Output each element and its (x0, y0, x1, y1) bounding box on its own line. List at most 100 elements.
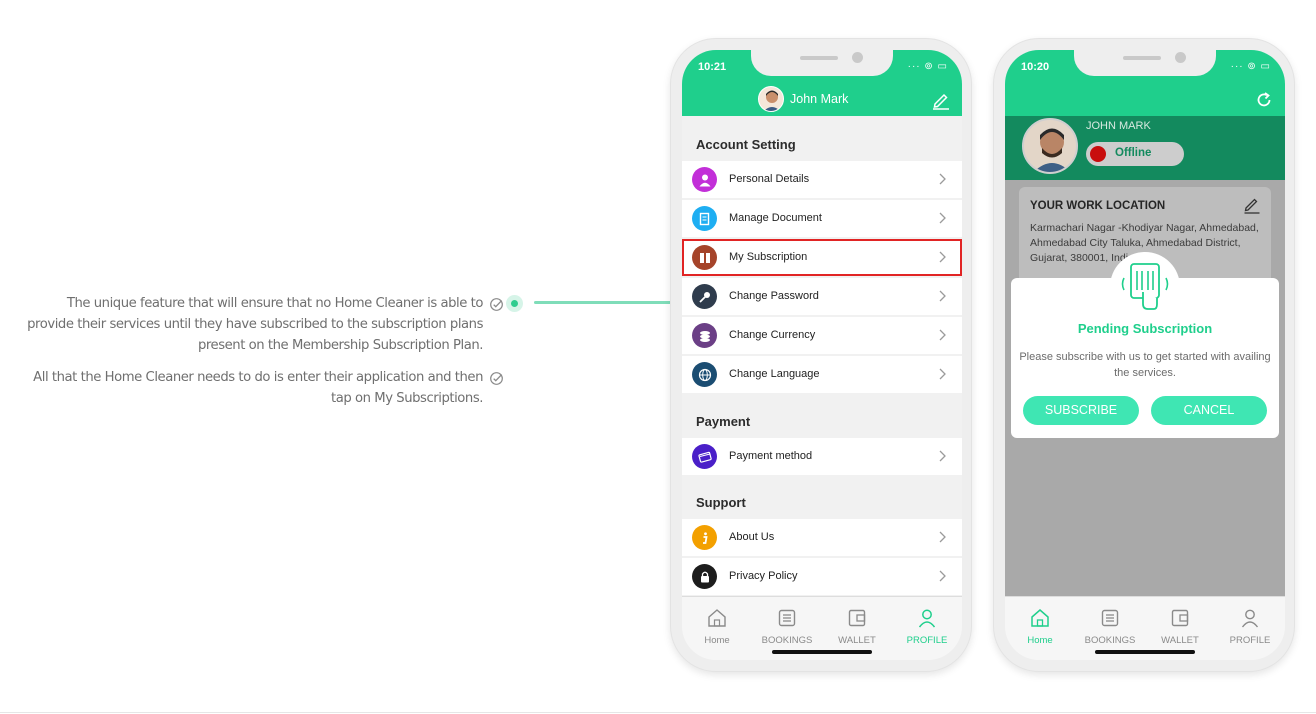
edit-icon[interactable] (1243, 196, 1261, 214)
wallet-icon (1171, 609, 1189, 627)
chevron-right-icon (939, 329, 946, 341)
chevron-right-icon (939, 212, 946, 224)
check-circle-icon (490, 298, 503, 311)
menu-item-label: Manage Document (729, 212, 822, 224)
tab-label: WALLET (1161, 635, 1199, 646)
home-icon (708, 609, 726, 627)
profile-icon (1241, 609, 1259, 628)
dialog-message: Please subscribe with us to get started … (1019, 351, 1271, 379)
chevron-right-icon (939, 251, 946, 263)
tab-label: WALLET (838, 635, 876, 646)
tab-bookings[interactable]: BOOKINGS (752, 607, 822, 646)
tab-profile[interactable]: PROFILE (892, 607, 962, 646)
menu-item-label: Change Password (729, 290, 819, 302)
tab-label: Home (704, 635, 730, 646)
key-icon (692, 284, 717, 309)
section-title-support: Support (696, 495, 746, 510)
tab-label: PROFILE (906, 635, 948, 646)
list-icon (1101, 609, 1119, 627)
chevron-right-icon (939, 570, 946, 582)
cancel-button[interactable]: CANCEL (1151, 396, 1267, 425)
chevron-right-icon (939, 290, 946, 302)
subscription-icon (1110, 252, 1180, 322)
menu-item-my-subscription[interactable]: My Subscription (682, 239, 962, 276)
menu-item-change-language[interactable]: Change Language (682, 356, 962, 393)
home-icon (1031, 609, 1049, 627)
info-icon (692, 525, 717, 550)
phone-pending-subscription: 10:20 ··· ⊚ ▭ JOHN MARK Offline YOUR WOR… (993, 38, 1295, 672)
menu-item-change-password[interactable]: Change Password (682, 278, 962, 315)
status-label: Offline (1115, 147, 1152, 159)
coins-icon (692, 323, 717, 348)
home-indicator[interactable] (1095, 650, 1195, 654)
tab-wallet[interactable]: WALLET (822, 607, 892, 646)
chevron-right-icon (939, 368, 946, 380)
profile-icon (918, 609, 936, 628)
menu-item-label: Payment method (729, 450, 813, 462)
menu-item-about-us[interactable]: About Us (682, 519, 962, 556)
home-indicator[interactable] (772, 650, 872, 654)
status-bar: 10:21 ··· ⊚ ▭ (682, 61, 962, 77)
feature-item: The unique feature that will ensure that… (14, 293, 504, 356)
wallet-icon (848, 609, 866, 627)
menu-item-label: About Us (729, 531, 775, 543)
signal-icon: ··· ⊚ ▭ (1230, 61, 1271, 72)
tab-label: BOOKINGS (761, 635, 813, 646)
menu-item-label: Personal Details (729, 173, 810, 185)
tab-home[interactable]: Home (1005, 607, 1075, 646)
menu-item-manage-document[interactable]: Manage Document (682, 200, 962, 237)
menu-item-personal-details[interactable]: Personal Details (682, 161, 962, 198)
work-location-title: YOUR WORK LOCATION (1030, 200, 1166, 212)
person-icon (692, 167, 717, 192)
online-status-toggle[interactable]: Offline (1086, 142, 1184, 166)
menu-item-privacy-policy[interactable]: Privacy Policy (682, 558, 962, 595)
subscribe-button[interactable]: SUBSCRIBE (1023, 396, 1139, 425)
user-name: John Mark (790, 92, 849, 106)
refresh-icon[interactable] (1255, 91, 1273, 109)
status-bar: 10:20 ··· ⊚ ▭ (1005, 61, 1285, 77)
globe-icon (692, 362, 717, 387)
tab-label: PROFILE (1229, 635, 1271, 646)
menu-item-payment-method[interactable]: Payment method (682, 438, 962, 475)
menu-item-label: Privacy Policy (729, 570, 798, 582)
chevron-right-icon (939, 450, 946, 462)
feature-text: All that the Home Cleaner needs to do is… (33, 370, 483, 406)
menu-item-label: Change Language (729, 368, 820, 380)
tab-profile[interactable]: PROFILE (1215, 607, 1285, 646)
menu-item-label: Change Currency (729, 329, 816, 341)
connector-line (534, 301, 674, 304)
tab-wallet[interactable]: WALLET (1145, 607, 1215, 646)
connector-dot (506, 295, 523, 312)
tab-label: BOOKINGS (1084, 635, 1136, 646)
tab-home[interactable]: Home (682, 607, 752, 646)
user-name: JOHN MARK (1086, 120, 1151, 132)
chevron-right-icon (939, 173, 946, 185)
check-circle-icon (490, 372, 503, 385)
divider (0, 712, 1316, 713)
card-icon (692, 444, 717, 469)
status-indicator (1090, 146, 1106, 162)
tab-label: Home (1027, 635, 1053, 646)
edit-icon[interactable] (931, 90, 951, 110)
status-time: 10:20 (1021, 61, 1050, 73)
chevron-right-icon (939, 531, 946, 543)
feature-item: All that the Home Cleaner needs to do is… (14, 367, 504, 409)
feature-showcase: The unique feature that will ensure that… (0, 0, 1316, 714)
screen: 10:21 ··· ⊚ ▭ John Mark Account Setting … (682, 50, 962, 660)
avatar (1022, 118, 1078, 174)
signal-icon: ··· ⊚ ▭ (907, 61, 948, 72)
feature-list: The unique feature that will ensure that… (14, 293, 504, 420)
feature-text: The unique feature that will ensure that… (27, 296, 483, 353)
dialog-title: Pending Subscription (1077, 321, 1213, 336)
menu-item-change-currency[interactable]: Change Currency (682, 317, 962, 354)
menu-item-label: My Subscription (729, 251, 808, 263)
section-title-payment: Payment (696, 414, 751, 429)
status-time: 10:21 (698, 61, 727, 73)
section-title-account: Account Setting (696, 137, 796, 152)
lock-icon (692, 564, 717, 589)
avatar[interactable] (758, 86, 784, 112)
subscription-icon (692, 245, 717, 270)
tab-bookings[interactable]: BOOKINGS (1075, 607, 1145, 646)
document-icon (692, 206, 717, 231)
screen: 10:20 ··· ⊚ ▭ JOHN MARK Offline YOUR WOR… (1005, 50, 1285, 660)
